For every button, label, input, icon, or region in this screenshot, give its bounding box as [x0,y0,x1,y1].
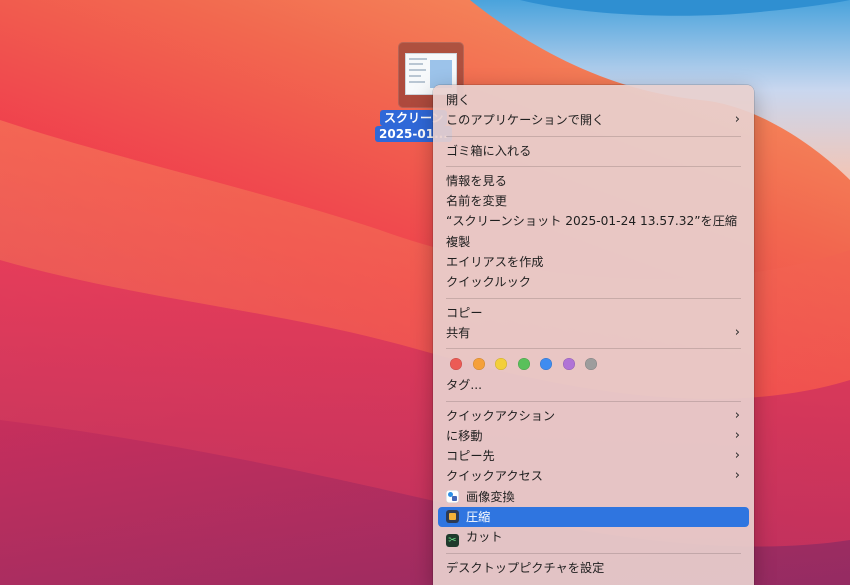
tag-gray-dot[interactable] [585,358,597,371]
menu-item-label: カット [466,530,503,545]
menu-item-share[interactable]: 共有 › [438,323,749,343]
chevron-right-icon: › [734,324,740,340]
menu-separator [446,165,741,167]
menu-item-move-to-trash[interactable]: ゴミ箱に入れる [438,141,749,161]
tag-color-row [433,353,754,375]
tag-orange-dot[interactable] [472,358,485,371]
menu-item-label: に移動 [446,428,483,443]
menu-item-compress[interactable]: 圧縮 [438,507,749,528]
menu-item-label: クイックアクション [446,408,556,423]
scissors-icon: ✂ [446,534,459,548]
context-menu: 開く このアプリケーションで開く › ゴミ箱に入れる 情報を見る 名前を変更 “… [433,85,754,585]
menu-item-cut[interactable]: ✂ カット [438,527,749,548]
menu-separator [446,552,741,554]
menu-item-tags[interactable]: タグ... [438,375,749,395]
menu-item-label: コピー先 [446,449,495,464]
menu-item-label: 共有 [446,325,471,340]
chevron-right-icon: › [734,468,740,484]
menu-item-compress-file[interactable]: “スクリーンショット 2025-01-24 13.57.32”を圧縮 [438,211,749,231]
menu-item-get-info[interactable]: 情報を見る [438,171,749,191]
menu-item-copy-to[interactable]: コピー先 › [438,446,749,466]
menu-item-move-to[interactable]: に移動 › [438,426,749,446]
menu-item-label: クイックアクセス [446,469,543,484]
menu-item-open-with[interactable]: このアプリケーションで開く › [438,110,749,130]
menu-item-copy[interactable]: コピー [438,303,749,323]
tag-blue-dot[interactable] [540,358,552,371]
chevron-right-icon: › [734,427,740,443]
tag-yellow-dot[interactable] [495,358,507,371]
menu-item-set-desktop-picture[interactable]: デスクトップピクチャを設定 [438,558,749,578]
menu-item-duplicate[interactable]: 複製 [438,232,749,252]
menu-separator [446,348,741,350]
menu-item-quick-access[interactable]: クイックアクセス › [438,466,749,486]
menu-item-label: このアプリケーションで開く [446,113,605,128]
menu-item-image-convert[interactable]: 画像変換 [438,487,749,507]
menu-separator [446,400,741,402]
menu-item-quick-look[interactable]: クイックルック [438,272,749,292]
menu-separator [446,135,741,137]
menu-item-rename[interactable]: 名前を変更 [438,191,749,211]
menu-item-label: 画像変換 [466,489,515,504]
menu-item-open[interactable]: 開く [438,90,749,110]
chevron-right-icon: › [734,112,740,128]
menu-item-make-alias[interactable]: エイリアスを作成 [438,252,749,272]
tag-green-dot[interactable] [517,358,530,371]
menu-item-quick-actions[interactable]: クイックアクション › [438,406,749,426]
desktop: スクリーン 2025-01... 開く このアプリケーションで開く › ゴミ箱に… [0,0,850,585]
chevron-right-icon: › [734,448,740,464]
chevron-right-icon: › [734,407,740,423]
menu-item-label: 圧縮 [466,510,491,525]
menu-separator [446,297,741,299]
tag-red-dot[interactable] [450,358,462,371]
tag-purple-dot[interactable] [562,358,575,371]
archive-icon [446,510,459,524]
image-convert-icon [446,489,459,503]
